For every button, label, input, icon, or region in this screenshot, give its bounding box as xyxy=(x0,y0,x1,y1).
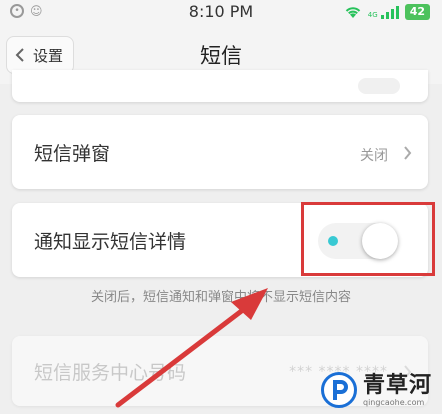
wifi-icon xyxy=(345,7,361,18)
partial-toggle[interactable] xyxy=(358,78,400,94)
setting-hint: 关闭后，短信通知和弹窗中将不显示短信内容 xyxy=(90,290,351,305)
highlight-box xyxy=(301,202,435,276)
setting-value-popup: 关闭 xyxy=(360,148,388,164)
status-right-icons: 4G 42 xyxy=(344,4,430,20)
watermark-url: qingcaohe.com xyxy=(362,397,425,407)
battery-icon: 42 xyxy=(404,4,430,20)
setting-row-popup[interactable]: 短信弹窗 关闭 xyxy=(12,115,428,189)
logo-icon xyxy=(320,372,357,408)
setting-label-service-center: 短信服务中心号码 xyxy=(34,362,187,384)
setting-label-popup: 短信弹窗 xyxy=(34,143,111,165)
chevron-right-icon xyxy=(404,146,412,160)
watermark-text: 青草河 qingcaohe.com xyxy=(362,372,432,407)
status-bar: • ☺ 8:10 PM 4G 42 xyxy=(0,0,442,26)
signal-icon: 4G xyxy=(368,5,399,19)
settings-card-partial xyxy=(12,70,428,102)
watermark: 青草河 qingcaohe.com xyxy=(320,372,432,408)
page-title: 短信 xyxy=(200,44,242,68)
watermark-name: 青草河 xyxy=(362,372,432,398)
signal-label: 4G xyxy=(367,11,378,19)
setting-label-notify-detail: 通知显示短信详情 xyxy=(34,231,187,253)
